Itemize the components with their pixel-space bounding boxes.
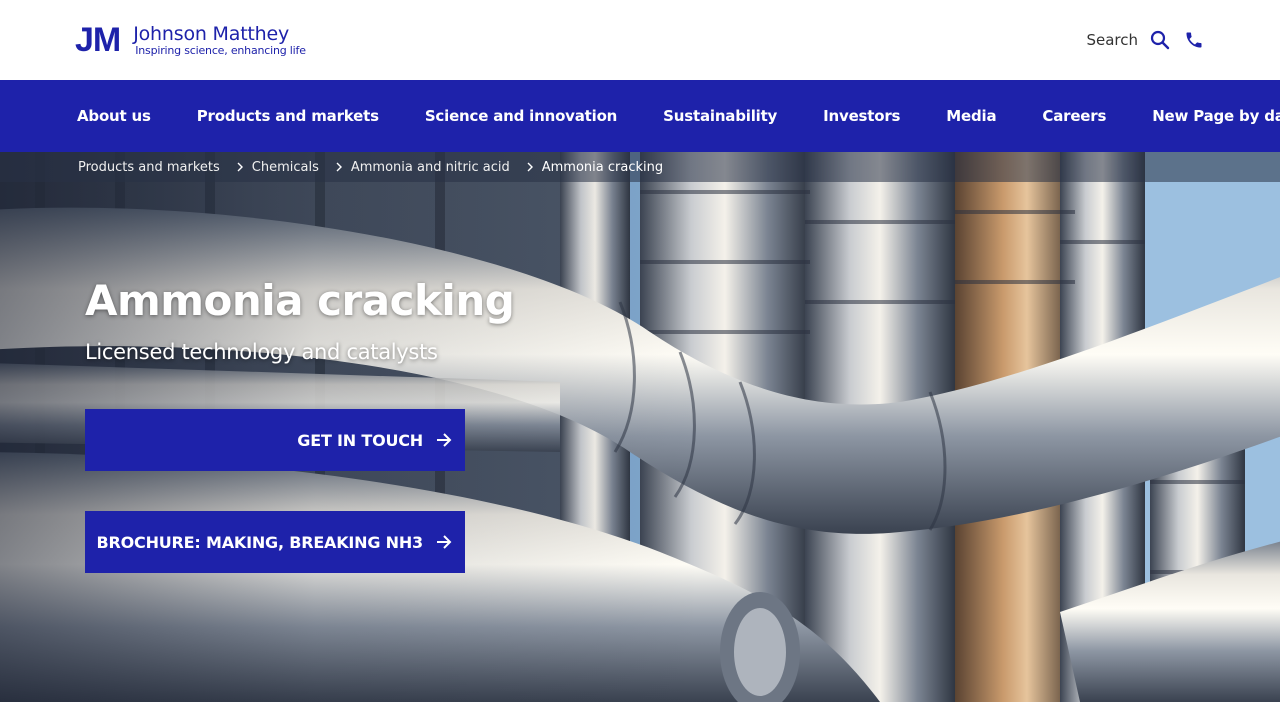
breadcrumb: Products and markets Chemicals Ammonia a…: [0, 152, 1280, 182]
search-icon[interactable]: [1150, 30, 1170, 50]
get-in-touch-label: GET IN TOUCH: [297, 430, 423, 450]
nav-item-products-and-markets[interactable]: Products and markets: [197, 107, 379, 125]
nav-item-new-page-by-date[interactable]: New Page by date: [1152, 107, 1280, 125]
brand-tagline: Inspiring science, enhancing life: [135, 43, 306, 57]
chevron-right-icon: [526, 162, 534, 172]
primary-nav: About us Products and markets Science an…: [0, 80, 1280, 152]
utility-bar: Search: [1086, 27, 1204, 53]
nav-item-careers[interactable]: Careers: [1042, 107, 1106, 125]
get-in-touch-button[interactable]: GET IN TOUCH: [85, 409, 465, 471]
search-label[interactable]: Search: [1086, 31, 1138, 49]
phone-icon[interactable]: [1184, 30, 1204, 50]
page-subtitle: Licensed technology and catalysts: [85, 340, 438, 364]
breadcrumb-current-page: Ammonia cracking: [541, 159, 664, 175]
hero-banner: Products and markets Chemicals Ammonia a…: [0, 152, 1280, 702]
arrow-right-icon: [435, 431, 453, 449]
breadcrumb-item-products-and-markets[interactable]: Products and markets: [78, 160, 220, 175]
nav-item-investors[interactable]: Investors: [823, 107, 900, 125]
chevron-right-icon: [335, 162, 343, 172]
logo-mark: JM: [75, 21, 121, 59]
site-header: JM Johnson Matthey Inspiring science, en…: [0, 0, 1280, 80]
nav-item-about-us[interactable]: About us: [77, 107, 151, 125]
logo-wordmark: Johnson Matthey Inspiring science, enhan…: [133, 24, 306, 57]
breadcrumb-item-ammonia-and-nitric-acid[interactable]: Ammonia and nitric acid: [351, 160, 510, 175]
brochure-label: BROCHURE: MAKING, BREAKING NH3: [96, 532, 424, 552]
chevron-right-icon: [236, 162, 244, 172]
nav-item-media[interactable]: Media: [946, 107, 996, 125]
nav-item-science-and-innovation[interactable]: Science and innovation: [425, 107, 618, 125]
brochure-button[interactable]: BROCHURE: MAKING, BREAKING NH3: [85, 511, 465, 573]
nav-item-sustainability[interactable]: Sustainability: [663, 107, 777, 125]
brand-logo[interactable]: JM Johnson Matthey Inspiring science, en…: [75, 22, 306, 58]
breadcrumb-item-chemicals[interactable]: Chemicals: [252, 160, 319, 175]
arrow-right-icon: [435, 533, 453, 551]
brand-name: Johnson Matthey: [133, 22, 290, 45]
primary-nav-list: About us Products and markets Science an…: [0, 80, 1280, 152]
page-title: Ammonia cracking: [85, 276, 515, 325]
